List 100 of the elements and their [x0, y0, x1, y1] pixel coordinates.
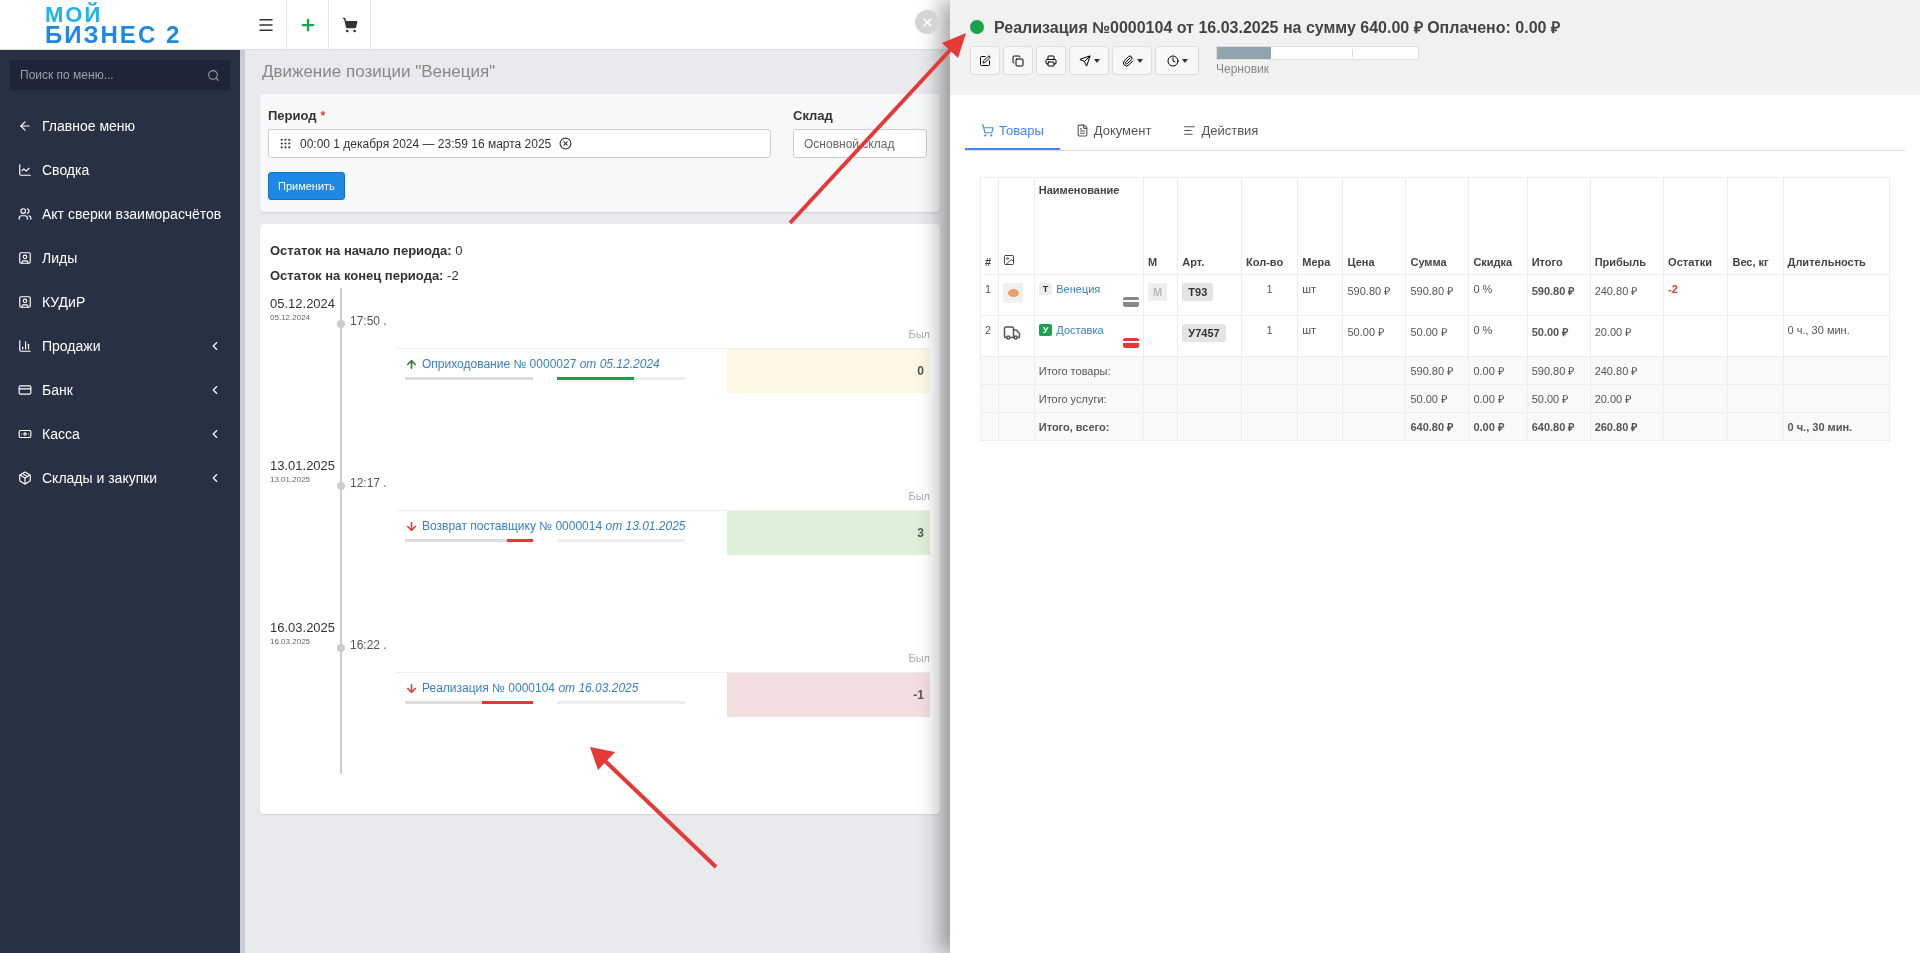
- quantity-cell: 1: [1241, 315, 1298, 357]
- price-cell: 50.00 ₽: [1342, 315, 1406, 357]
- apply-button[interactable]: Применить: [268, 172, 345, 200]
- sidebar-item[interactable]: Лиды: [10, 236, 230, 280]
- document-link[interactable]: Возврат поставщику № 0000014 от 13.01.2025: [422, 519, 686, 533]
- totals-cell: 50.00 ₽: [1405, 384, 1469, 413]
- copy-button[interactable]: [1003, 46, 1033, 75]
- status-label: Черновик: [1216, 62, 1270, 76]
- previous-label: Был: [908, 490, 930, 502]
- credit-card-icon: [18, 383, 32, 397]
- column-header: Итого: [1527, 177, 1591, 275]
- history-button[interactable]: [1155, 46, 1199, 75]
- column-header: Кол-во: [1241, 177, 1298, 275]
- column-header: Сумма: [1405, 177, 1469, 275]
- date-text: 05.12.2024: [270, 296, 337, 311]
- totals-cell: 0.00 ₽: [1468, 412, 1528, 441]
- time-text: 12:17 .: [350, 476, 388, 490]
- truck-icon: [1003, 324, 1022, 342]
- column-header: Длительность: [1783, 177, 1890, 275]
- users-icon: [18, 207, 32, 221]
- card-icon: [1123, 338, 1139, 348]
- totals-label: Итого товары:: [1034, 356, 1144, 385]
- cart-icon: [341, 16, 358, 33]
- time-text: 17:50 .: [350, 314, 388, 328]
- date-text: 13.01.2025: [270, 458, 337, 473]
- edit-icon: [979, 54, 991, 67]
- edit-button[interactable]: [970, 46, 1000, 75]
- column-header: Прибыль: [1590, 177, 1664, 275]
- total-cell: 590.80 ₽: [1527, 274, 1591, 316]
- sum-cell: 590.80 ₽: [1405, 274, 1469, 316]
- previous-label: Был: [908, 328, 930, 340]
- card-icon: [1123, 297, 1139, 307]
- sidebar-item[interactable]: Банк: [10, 368, 230, 412]
- line-chart-icon: [18, 163, 32, 177]
- totals-cell: 640.80 ₽: [1405, 412, 1469, 441]
- column-header: Мера: [1297, 177, 1343, 275]
- column-header: Вес, кг: [1727, 177, 1784, 275]
- banknote-icon: [18, 427, 32, 441]
- sku-badge: Т93: [1182, 283, 1214, 301]
- document-title: Реализация №0000104 от 16.03.2025 на сумму 640.00 ₽ Оплачено: 0.00 ₽: [994, 18, 1560, 38]
- send-icon: [1078, 54, 1091, 67]
- totals-cell: 590.80 ₽: [1405, 356, 1469, 385]
- balance-cell: -1: [727, 673, 930, 717]
- total-cell: 50.00 ₽: [1527, 315, 1591, 357]
- profit-cell: 240.80 ₽: [1590, 274, 1664, 316]
- tab[interactable]: Действия: [1167, 113, 1275, 150]
- field-label: Склад: [793, 108, 834, 123]
- totals-cell: 20.00 ₽: [1590, 384, 1664, 413]
- item-link[interactable]: Венеция: [1056, 283, 1101, 295]
- sum-cell: 50.00 ₽: [1405, 315, 1469, 357]
- sidebar-item[interactable]: Склады и закупки: [10, 456, 230, 500]
- page-title: Движение позиции "Венеция": [261, 62, 496, 82]
- totals-cell: 0 ч., 30 мин.: [1783, 412, 1890, 441]
- sidebar-item[interactable]: Акт сверки взаиморасчётов: [10, 192, 230, 236]
- item-link[interactable]: Доставка: [1056, 324, 1104, 336]
- sidebar-item[interactable]: Главное меню: [10, 104, 230, 148]
- paperclip-icon: [1121, 54, 1134, 67]
- attach-button[interactable]: [1112, 46, 1152, 75]
- totals-cell: 240.80 ₽: [1590, 356, 1664, 385]
- date-text: 13.01.2025: [270, 475, 312, 484]
- column-header: Скидка: [1468, 177, 1528, 275]
- caret-icon: [1136, 58, 1143, 63]
- stock-cell: -2: [1663, 274, 1728, 316]
- print-button[interactable]: [1036, 46, 1066, 75]
- unit-cell: шт: [1297, 315, 1343, 357]
- photo-placeholder: [1003, 283, 1024, 303]
- date-text: 16.03.2025: [270, 637, 312, 646]
- balance-text: Остаток на начало периода: 0: [270, 242, 463, 260]
- document-link[interactable]: Оприходование № 0000027 от 05.12.2024: [422, 357, 660, 371]
- send-button[interactable]: [1069, 46, 1109, 75]
- column-header: Наименование: [1034, 177, 1144, 275]
- document-link[interactable]: Реализация № 0000104 от 16.03.2025: [422, 681, 639, 695]
- totals-cell: 640.80 ₽: [1527, 412, 1591, 441]
- duration-cell: 0 ч., 30 мин.: [1783, 315, 1890, 357]
- sidebar-item[interactable]: КУДиР: [10, 280, 230, 324]
- date-text: 05.12.2024: [270, 313, 312, 322]
- period-field[interactable]: 00:00 1 декабря 2024 — 23:59 16 марта 2025: [268, 129, 771, 158]
- totals-cell: 50.00 ₽: [1527, 384, 1591, 413]
- totals-cell: 0.00 ₽: [1468, 356, 1528, 385]
- copy-icon: [1012, 54, 1024, 67]
- caret-icon: [1181, 58, 1188, 63]
- time-text: 16:22 .: [350, 638, 388, 652]
- clear-icon: [559, 137, 573, 150]
- discount-cell: 0 %: [1468, 315, 1528, 357]
- field-label: Период *: [268, 108, 327, 123]
- bar-chart-icon: [18, 339, 32, 353]
- tab[interactable]: Документ: [1059, 113, 1168, 150]
- profit-cell: 20.00 ₽: [1590, 315, 1664, 357]
- totals-label: Итого, всего:: [1034, 412, 1144, 441]
- row-number: 2: [980, 315, 999, 357]
- sidebar-item[interactable]: Сводка: [10, 148, 230, 192]
- menu-search-field[interactable]: Поиск по меню...: [10, 60, 230, 90]
- package-icon: [18, 471, 32, 485]
- sidebar-item[interactable]: Касса: [10, 412, 230, 456]
- caret-icon: [1093, 58, 1100, 63]
- contact-card-icon: [18, 251, 32, 265]
- totals-cell: 0.00 ₽: [1468, 384, 1528, 413]
- tab[interactable]: Товары: [965, 113, 1060, 150]
- column-header: М: [1143, 177, 1178, 275]
- sidebar-item[interactable]: Продажи: [10, 324, 230, 368]
